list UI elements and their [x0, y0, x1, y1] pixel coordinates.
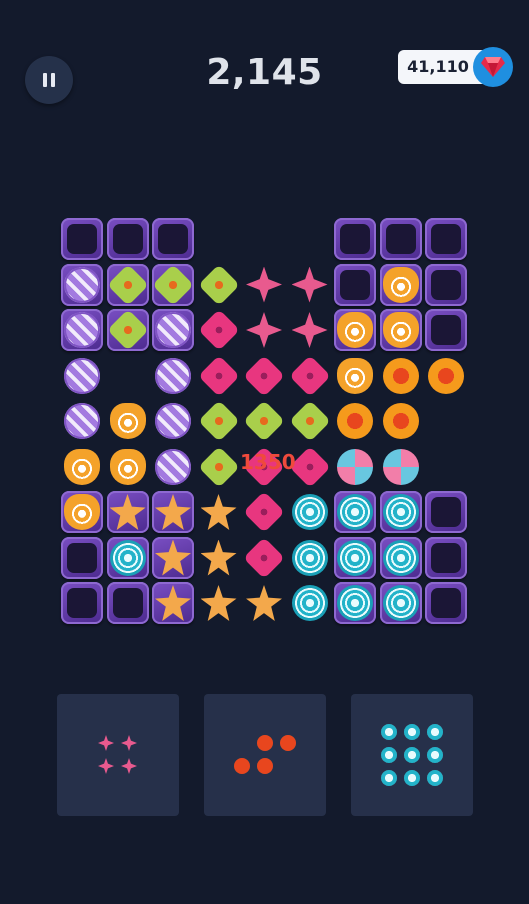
- cyan-candy: [291, 585, 328, 621]
- orange-candy: [109, 448, 146, 485]
- empty-slot[interactable]: [425, 491, 467, 533]
- empty-slot[interactable]: [334, 263, 376, 306]
- redorange-candy: [382, 357, 419, 394]
- empty-slot[interactable]: [106, 582, 149, 624]
- empty-slot[interactable]: [334, 218, 376, 260]
- pink-candy: [197, 354, 240, 397]
- cyan-candy: [382, 539, 419, 576]
- orange-candy: [64, 494, 100, 530]
- ruby-gem-icon[interactable]: [473, 47, 513, 87]
- purple-candy: [155, 403, 191, 439]
- star-candy: [200, 494, 237, 530]
- cyan-candy: [382, 585, 419, 621]
- pink-candy: [243, 354, 285, 397]
- swirl-candy: [382, 448, 419, 485]
- purple-candy: [64, 357, 100, 394]
- cyan-candy: [291, 539, 328, 576]
- cyan-candy: [337, 539, 373, 576]
- purple-candy: [64, 266, 100, 303]
- purple-candy: [64, 403, 100, 439]
- piece-tray-1[interactable]: [57, 694, 179, 816]
- cyan-candy: [380, 769, 397, 786]
- empty-slot[interactable]: [425, 263, 467, 306]
- cyan-candy: [380, 723, 397, 740]
- pink-candy: [197, 309, 240, 351]
- green-candy: [288, 400, 331, 442]
- cyan-candy: [109, 539, 146, 576]
- gems-count: 41,110: [407, 57, 469, 76]
- cyan-candy: [403, 746, 420, 763]
- cyan-candy: [426, 769, 443, 786]
- empty-slot[interactable]: [61, 582, 103, 624]
- cyan-candy: [426, 723, 443, 740]
- swirl-candy: [337, 448, 373, 485]
- cyan-candy: [291, 494, 328, 530]
- orange-candy: [64, 448, 100, 485]
- pink-candy: [243, 536, 285, 579]
- empty-slot[interactable]: [425, 582, 467, 624]
- empty-slot[interactable]: [106, 218, 149, 260]
- redorange-candy: [233, 758, 250, 774]
- orange-candy: [382, 312, 419, 348]
- cyan-candy: [337, 494, 373, 530]
- pinkstar-candy: [246, 312, 282, 348]
- purple-candy: [64, 312, 100, 348]
- purple-candy: [155, 357, 191, 394]
- empty-slot[interactable]: [61, 218, 103, 260]
- redorange-candy: [337, 403, 373, 439]
- green-candy: [197, 400, 240, 442]
- green-candy: [197, 263, 240, 306]
- redorange-candy: [279, 735, 296, 751]
- empty-slot[interactable]: [425, 309, 467, 351]
- empty-slot[interactable]: [425, 218, 467, 260]
- pinkstar-candy: [291, 266, 328, 303]
- purple-candy: [155, 312, 191, 348]
- cyan-candy: [380, 746, 397, 763]
- green-candy: [197, 445, 240, 488]
- cyan-candy: [426, 746, 443, 763]
- star-candy: [246, 585, 282, 621]
- cyan-candy: [403, 723, 420, 740]
- redorange-candy: [256, 735, 273, 751]
- pinkstar-candy: [291, 312, 328, 348]
- pinkstar-candy: [98, 735, 114, 751]
- orange-candy: [382, 266, 419, 303]
- points-popup: 1350: [240, 450, 296, 474]
- piece-tray-3[interactable]: [351, 694, 473, 816]
- star-candy: [200, 585, 237, 621]
- orange-candy: [109, 403, 146, 439]
- empty-slot[interactable]: [379, 218, 422, 260]
- cyan-candy: [382, 494, 419, 530]
- redorange-candy: [428, 357, 464, 394]
- redorange-candy: [382, 403, 419, 439]
- piece-tray-2[interactable]: [204, 694, 326, 816]
- redorange-candy: [256, 758, 273, 774]
- star-candy: [200, 539, 237, 576]
- empty-slot[interactable]: [152, 218, 194, 260]
- pinkstar-candy: [98, 758, 114, 774]
- pink-candy: [288, 354, 331, 397]
- green-candy: [243, 400, 285, 442]
- orange-candy: [337, 357, 373, 394]
- orange-candy: [337, 312, 373, 348]
- empty-slot[interactable]: [425, 536, 467, 579]
- purple-candy: [155, 448, 191, 485]
- pinkstar-candy: [121, 735, 137, 751]
- cyan-candy: [337, 585, 373, 621]
- pinkstar-candy: [121, 758, 137, 774]
- cyan-candy: [403, 769, 420, 786]
- empty-slot[interactable]: [61, 536, 103, 579]
- pinkstar-candy: [246, 266, 282, 303]
- pink-candy: [243, 491, 285, 533]
